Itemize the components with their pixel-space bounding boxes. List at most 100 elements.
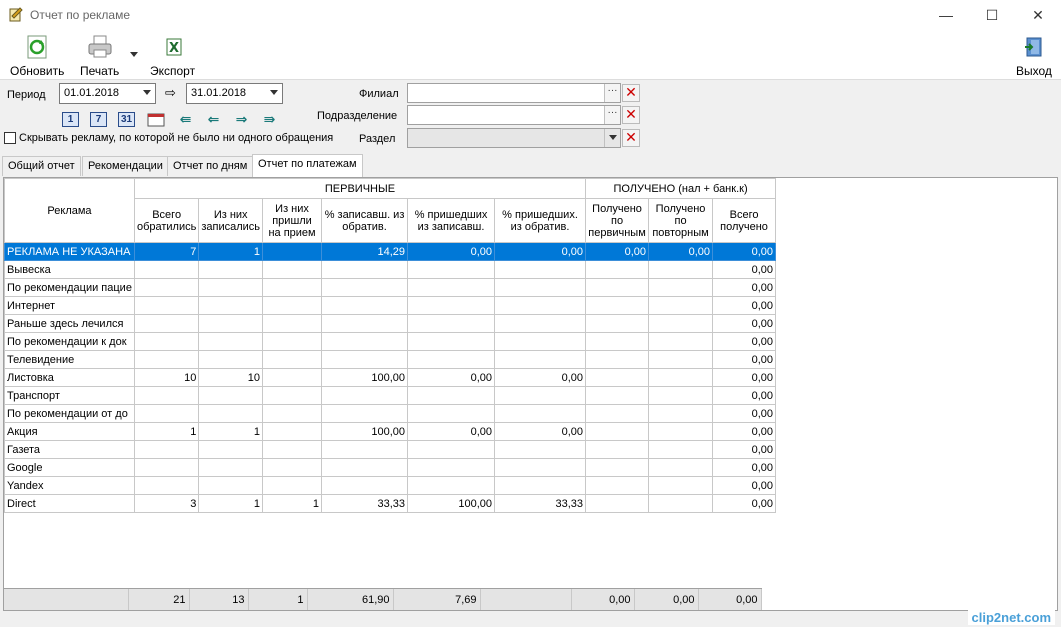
table-cell[interactable]: [262, 458, 323, 477]
next-period-fast-icon[interactable]: ⇛: [261, 111, 278, 127]
table-cell[interactable]: [198, 404, 264, 423]
table-cell[interactable]: [648, 404, 714, 423]
table-cell[interactable]: [133, 476, 200, 495]
table-cell[interactable]: 0,00: [712, 278, 777, 297]
row-advert-name[interactable]: Yandex: [4, 476, 135, 495]
table-cell[interactable]: [133, 386, 200, 405]
table-cell[interactable]: [648, 422, 714, 441]
table-cell[interactable]: [585, 296, 650, 315]
table-row[interactable]: Интернет 0,00: [4, 296, 777, 315]
row-advert-name[interactable]: По рекомендации к док: [4, 332, 135, 351]
table-cell[interactable]: 3: [133, 494, 200, 513]
table-cell[interactable]: [585, 386, 650, 405]
table-cell[interactable]: [585, 404, 650, 423]
row-advert-name[interactable]: Газета: [4, 440, 135, 459]
table-cell[interactable]: [262, 278, 323, 297]
col-header[interactable]: % пришедших из записавш.: [407, 198, 496, 243]
table-cell[interactable]: [585, 368, 650, 387]
maximize-button[interactable]: ☐: [969, 0, 1015, 30]
table-cell[interactable]: 0,00: [407, 422, 496, 441]
table-cell[interactable]: [198, 332, 264, 351]
table-cell[interactable]: [648, 296, 714, 315]
table-cell[interactable]: [198, 260, 264, 279]
row-advert-name[interactable]: Интернет: [4, 296, 135, 315]
calendar-icon[interactable]: [146, 112, 166, 127]
table-cell[interactable]: 14,29: [321, 242, 409, 261]
table-cell[interactable]: 0,00: [712, 440, 777, 459]
table-cell[interactable]: [407, 404, 496, 423]
table-row[interactable]: Вывеска 0,00: [4, 260, 777, 279]
exit-button[interactable]: Выход: [1016, 34, 1052, 78]
table-cell[interactable]: 7: [133, 242, 200, 261]
table-cell[interactable]: [494, 476, 587, 495]
table-cell[interactable]: [585, 350, 650, 369]
col-header[interactable]: Из них пришли на прием: [262, 198, 323, 243]
table-cell[interactable]: 33,33: [321, 494, 409, 513]
table-cell[interactable]: [133, 404, 200, 423]
row-advert-name[interactable]: РЕКЛАМА НЕ УКАЗАНА: [4, 242, 135, 261]
next-period-icon[interactable]: ⇒: [233, 111, 250, 127]
table-cell[interactable]: 1: [198, 422, 264, 441]
department-field[interactable]: ···: [407, 105, 621, 125]
table-cell[interactable]: 0,00: [712, 350, 777, 369]
table-cell[interactable]: [407, 458, 496, 477]
table-cell[interactable]: [648, 314, 714, 333]
branch-clear-close-icon[interactable]: ✕: [622, 84, 640, 102]
table-cell[interactable]: [494, 440, 587, 459]
table-row[interactable]: Газета 0,00: [4, 440, 777, 459]
table-cell[interactable]: 0,00: [407, 242, 496, 261]
table-cell[interactable]: [648, 440, 714, 459]
row-advert-name[interactable]: Акция: [4, 422, 135, 441]
period-week-button[interactable]: 7: [90, 112, 107, 127]
table-cell[interactable]: 0,00: [712, 368, 777, 387]
table-cell[interactable]: [648, 458, 714, 477]
table-cell[interactable]: [494, 260, 587, 279]
department-clear-close-icon[interactable]: ✕: [622, 106, 640, 124]
table-cell[interactable]: [133, 278, 200, 297]
table-cell[interactable]: [648, 332, 714, 351]
period-month-button[interactable]: 31: [118, 112, 135, 127]
table-cell[interactable]: [262, 440, 323, 459]
date-from-picker[interactable]: 01.01.2018: [59, 83, 156, 104]
table-cell[interactable]: [262, 260, 323, 279]
table-cell[interactable]: [262, 332, 323, 351]
table-cell[interactable]: [648, 494, 714, 513]
table-cell[interactable]: [407, 332, 496, 351]
table-cell[interactable]: [321, 332, 409, 351]
table-cell[interactable]: [133, 314, 200, 333]
section-field[interactable]: [407, 128, 621, 148]
table-row[interactable]: Direct 3 1 1 33,33 100,00 33,33 0,00: [4, 494, 777, 513]
table-cell[interactable]: [321, 386, 409, 405]
table-cell[interactable]: [585, 278, 650, 297]
table-cell[interactable]: [407, 260, 496, 279]
table-cell[interactable]: 0,00: [494, 242, 587, 261]
table-cell[interactable]: [321, 314, 409, 333]
table-cell[interactable]: 1: [198, 494, 264, 513]
prev-period-fast-icon[interactable]: ⇚: [177, 111, 194, 127]
table-cell[interactable]: [494, 278, 587, 297]
table-cell[interactable]: [321, 350, 409, 369]
table-row[interactable]: По рекомендации пацие 0,00: [4, 278, 777, 297]
table-row[interactable]: По рекомендации к док 0,00: [4, 332, 777, 351]
table-cell[interactable]: [494, 350, 587, 369]
table-cell[interactable]: 0,00: [494, 422, 587, 441]
table-cell[interactable]: [648, 350, 714, 369]
minimize-button[interactable]: —: [923, 0, 969, 30]
table-cell[interactable]: [262, 404, 323, 423]
table-cell[interactable]: [198, 296, 264, 315]
table-cell[interactable]: [407, 476, 496, 495]
table-cell[interactable]: [648, 278, 714, 297]
row-advert-name[interactable]: Раньше здесь лечился: [4, 314, 135, 333]
row-advert-name[interactable]: По рекомендации от до: [4, 404, 135, 423]
col-header[interactable]: Получено по первичным: [585, 198, 650, 243]
table-cell[interactable]: [407, 386, 496, 405]
table-cell[interactable]: [262, 386, 323, 405]
table-cell[interactable]: 100,00: [321, 422, 409, 441]
tab-report-by-payments[interactable]: Отчет по платежам: [252, 154, 363, 177]
department-browse-button[interactable]: ···: [604, 106, 620, 124]
table-cell[interactable]: [198, 314, 264, 333]
period-day-button[interactable]: 1: [62, 112, 79, 127]
refresh-button[interactable]: Обновить: [10, 34, 64, 78]
table-row[interactable]: Google 0,00: [4, 458, 777, 477]
table-cell[interactable]: [262, 422, 323, 441]
